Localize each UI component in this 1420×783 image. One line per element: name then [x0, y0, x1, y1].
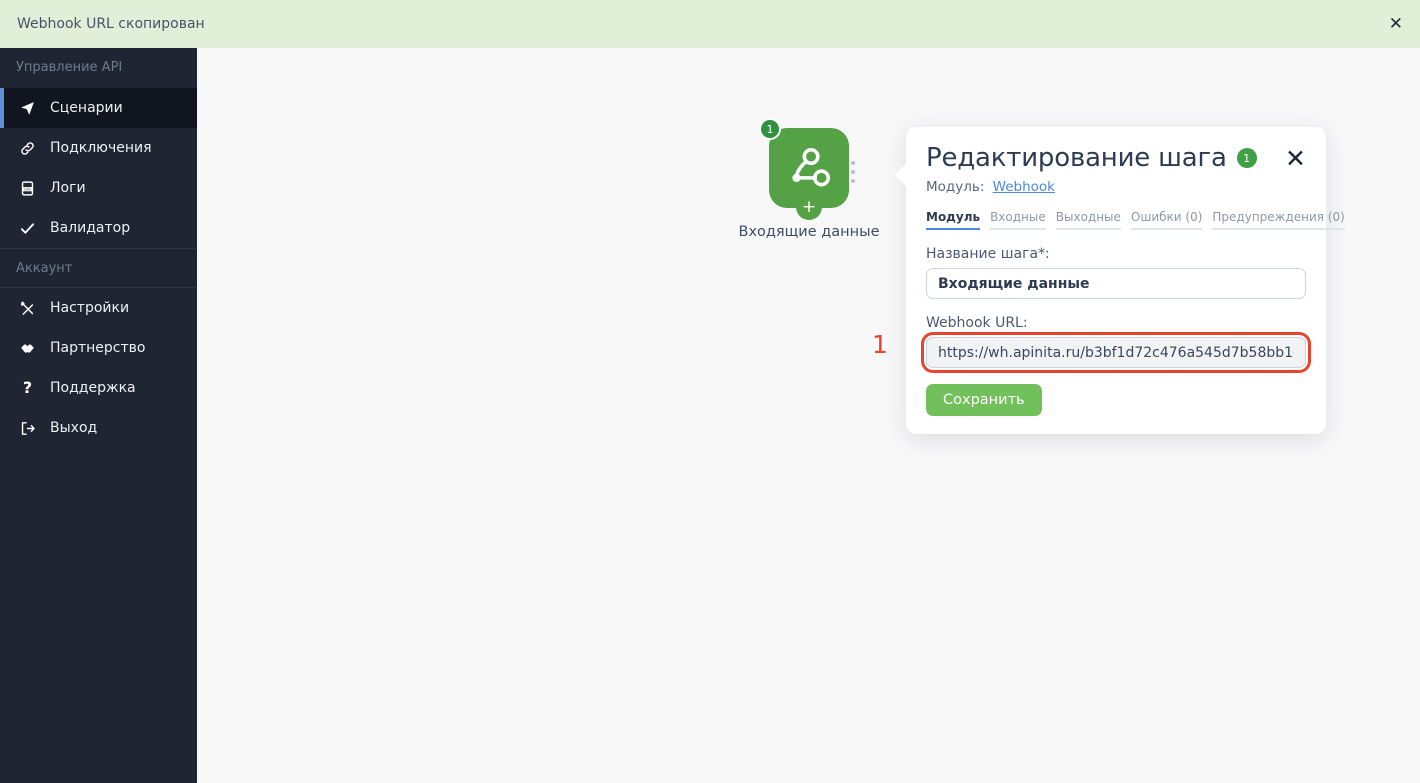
sidebar-section-api-management: Управление API — [16, 60, 123, 75]
close-icon[interactable]: ✕ — [1389, 15, 1403, 33]
sidebar-item-connections[interactable]: Подключения — [0, 128, 197, 168]
log-file-icon: LOG — [18, 179, 37, 198]
step-name-label: Название шага*: — [926, 246, 1050, 262]
sidebar-item-label: Партнерство — [50, 340, 146, 356]
check-icon — [18, 219, 37, 238]
add-step-button[interactable]: + — [796, 194, 822, 220]
node-badge: 1 — [759, 118, 781, 140]
sidebar-item-label: Выход — [50, 420, 98, 436]
module-link[interactable]: Webhook — [993, 179, 1055, 195]
sidebar-item-label: Поддержка — [50, 380, 136, 396]
webhook-url-input[interactable] — [921, 332, 1311, 373]
logout-icon — [18, 419, 37, 438]
module-label: Модуль: — [926, 179, 985, 195]
edit-step-panel: Редактирование шага 1 ✕ Модуль: Webhook … — [894, 127, 1345, 434]
sidebar-item-settings[interactable]: Настройки — [0, 288, 197, 328]
module-line: Модуль: Webhook — [926, 179, 1306, 195]
send-icon — [18, 99, 37, 118]
notification-text: Webhook URL скопирован — [17, 16, 205, 32]
panel-title: Редактирование шага — [926, 143, 1227, 173]
notification-bar: Webhook URL скопирован ✕ — [0, 0, 1420, 48]
panel-step-badge: 1 — [1236, 148, 1257, 168]
link-icon — [18, 139, 37, 158]
webhook-icon — [792, 148, 831, 187]
webhook-node[interactable]: 1 + — [759, 118, 849, 220]
sidebar-item-validator[interactable]: Валидатор — [0, 208, 197, 248]
svg-text:LOG: LOG — [24, 187, 31, 191]
step-name-input[interactable] — [926, 268, 1306, 299]
tab-warnings[interactable]: Предупреждения (0) — [1212, 210, 1345, 230]
question-icon: ? — [22, 378, 33, 397]
handshake-icon — [18, 339, 37, 358]
sidebar: Управление API Сценарии Подключения LOG … — [0, 48, 197, 783]
sidebar-item-label: Настройки — [50, 300, 130, 316]
tab-inputs[interactable]: Входные — [990, 210, 1046, 230]
panel-tabs: Модуль Входные Выходные Ошибки (0) Преду… — [926, 210, 1345, 230]
sidebar-item-logs[interactable]: LOG Логи — [0, 168, 197, 208]
save-button[interactable]: Сохранить — [926, 384, 1042, 416]
sidebar-item-scenarios[interactable]: Сценарии — [0, 88, 197, 128]
node-menu-dots[interactable] — [851, 161, 855, 183]
sidebar-item-label: Подключения — [50, 140, 152, 156]
sidebar-item-logout[interactable]: Выход — [0, 408, 197, 448]
sidebar-item-partnership[interactable]: Партнерство — [0, 328, 197, 368]
node-label: Входящие данные — [738, 224, 880, 240]
tab-outputs[interactable]: Выходные — [1055, 210, 1121, 230]
tab-errors[interactable]: Ошибки (0) — [1130, 210, 1203, 230]
sidebar-item-label: Сценарии — [50, 100, 123, 116]
tab-module[interactable]: Модуль — [926, 210, 981, 230]
sidebar-item-support[interactable]: ? Поддержка — [0, 368, 197, 408]
annotation-number: 1 — [872, 330, 888, 359]
sidebar-item-label: Логи — [50, 180, 86, 196]
close-icon[interactable]: ✕ — [1285, 146, 1306, 171]
webhook-url-label: Webhook URL: — [926, 315, 1028, 331]
sidebar-section-account: Аккаунт — [0, 248, 197, 288]
panel-pointer — [894, 163, 918, 187]
sidebar-item-label: Валидатор — [50, 220, 131, 236]
tools-icon — [18, 299, 37, 318]
